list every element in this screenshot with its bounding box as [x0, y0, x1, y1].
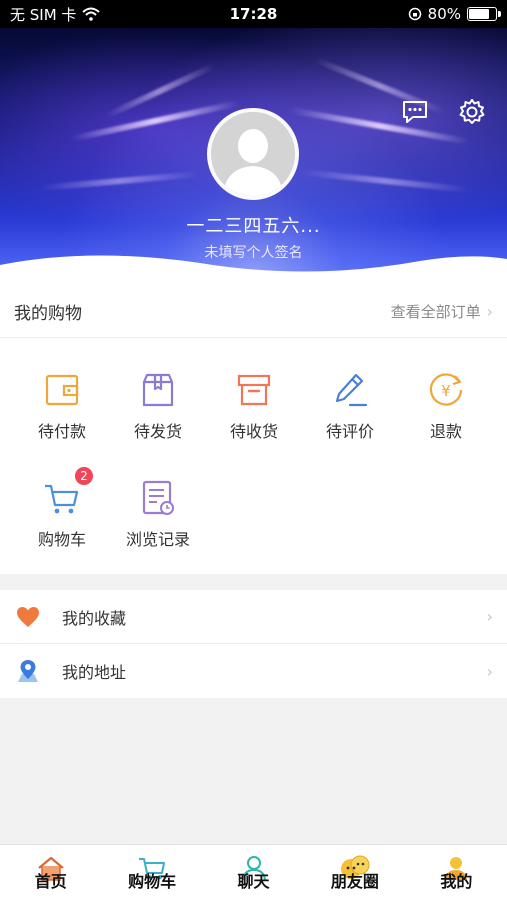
refund-button[interactable]: ¥ 退款 — [398, 370, 494, 442]
chevron-right-icon: › — [486, 661, 493, 681]
tab-label: 首页 — [34, 872, 67, 891]
menu-list: 我的收藏 › 我的地址 › — [0, 590, 507, 698]
battery-level — [469, 9, 490, 19]
bottom-tab-bar: 首页 购物车 聊天 朋友圈 我的 — [0, 844, 507, 900]
cart-badge: 2 — [74, 466, 94, 486]
username[interactable]: 一二三四五六... — [0, 212, 507, 238]
grid-label: 退款 — [429, 422, 462, 441]
message-icon — [403, 101, 427, 123]
svg-text:¥: ¥ — [441, 382, 451, 400]
wifi-icon — [82, 7, 101, 21]
address-item[interactable]: 我的地址 › — [0, 644, 507, 698]
message-button[interactable] — [399, 96, 431, 128]
pending-review-button[interactable]: 待评价 — [302, 370, 398, 442]
shopping-section-header: 我的购物 查看全部订单 › — [0, 286, 507, 338]
tab-cart[interactable]: 购物车 — [101, 845, 202, 900]
receive-box-icon — [234, 370, 274, 410]
tab-chat[interactable]: 聊天 — [203, 845, 304, 900]
chevron-right-icon: › — [486, 607, 493, 626]
cart-button[interactable]: 2 购物车 — [14, 466, 110, 550]
profile-header: 一二三四五六... 未填写个人签名 — [0, 28, 507, 286]
history-icon — [138, 478, 178, 518]
tab-label: 购物车 — [128, 872, 177, 891]
status-time: 17:28 — [229, 5, 278, 23]
battery-percent: 80% — [427, 5, 461, 23]
light-beam — [40, 171, 200, 191]
grid-label: 购物车 — [37, 530, 86, 549]
view-all-label: 查看全部订单 — [390, 303, 481, 321]
battery-icon — [467, 7, 501, 21]
refund-yuan-icon: ¥ — [426, 370, 466, 410]
pending-payment-button[interactable]: 待付款 — [14, 370, 110, 442]
package-icon — [138, 370, 178, 410]
status-bar: 无 SIM 卡 17:28 80% — [0, 0, 507, 28]
list-label: 我的收藏 — [62, 608, 127, 628]
light-beam — [300, 169, 470, 193]
location-icon — [14, 657, 42, 685]
header-wave — [0, 255, 507, 286]
carrier-label: 无 SIM 卡 — [10, 5, 77, 24]
favorites-item[interactable]: 我的收藏 › — [0, 590, 507, 644]
tab-label: 朋友圈 — [330, 872, 379, 891]
view-all-orders-link[interactable]: 查看全部订单 › — [391, 301, 493, 322]
avatar[interactable] — [207, 108, 299, 200]
tab-label: 我的 — [440, 872, 473, 891]
grid-label: 待收货 — [229, 422, 278, 441]
wallet-icon — [42, 370, 82, 410]
default-avatar-icon — [211, 112, 295, 196]
pencil-icon — [330, 370, 370, 410]
list-label: 我的地址 — [62, 663, 127, 682]
tab-home[interactable]: 首页 — [0, 845, 101, 900]
settings-button[interactable] — [456, 96, 488, 128]
rotation-lock-icon — [408, 7, 421, 21]
grid-label: 浏览记录 — [125, 530, 190, 549]
tab-label: 聊天 — [237, 872, 270, 891]
cart-icon: 2 — [42, 466, 94, 518]
section-title: 我的购物 — [14, 304, 82, 324]
heart-icon — [14, 603, 42, 631]
tab-mine[interactable]: 我的 — [406, 845, 507, 900]
pending-receipt-button[interactable]: 待收货 — [206, 370, 302, 442]
browse-history-button[interactable]: 浏览记录 — [110, 478, 206, 550]
gear-icon — [459, 99, 485, 124]
grid-label: 待付款 — [37, 422, 86, 441]
grid-label: 待发货 — [133, 422, 182, 441]
shopping-grid: 待付款 待发货 待收货 待评价 ¥ 退款 2 购物车 浏览记录 — [0, 338, 507, 574]
grid-label: 待评价 — [325, 422, 374, 441]
chevron-right-icon: › — [486, 302, 493, 321]
pending-shipment-button[interactable]: 待发货 — [110, 370, 206, 442]
tab-moments[interactable]: 朋友圈 — [304, 845, 405, 900]
